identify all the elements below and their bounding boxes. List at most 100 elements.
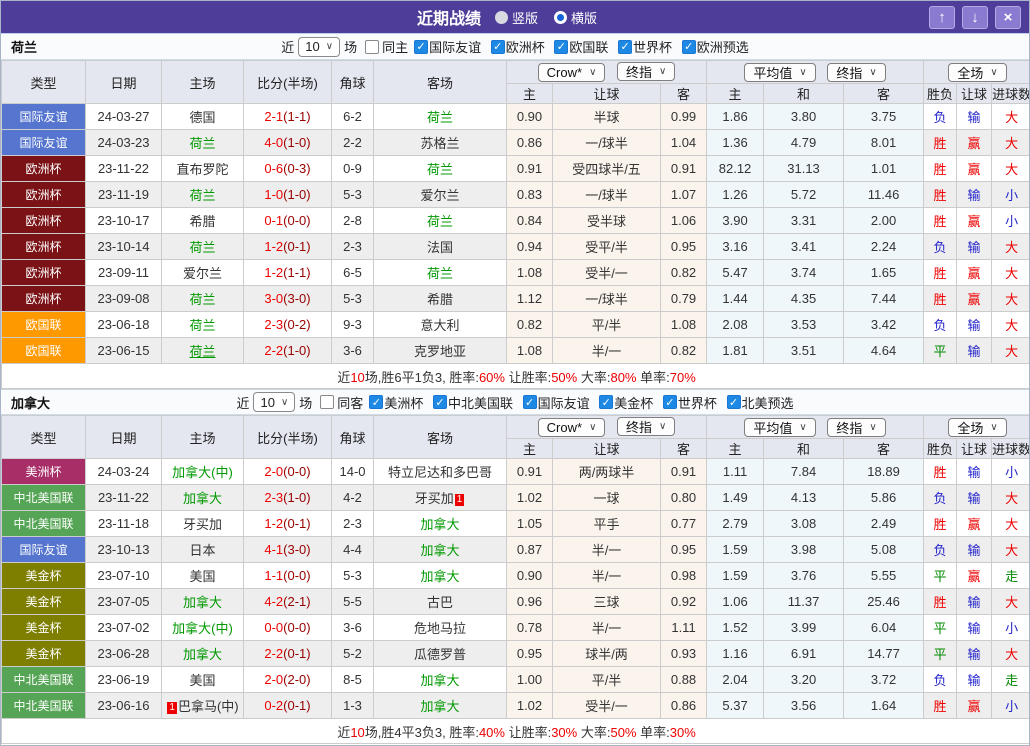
avg-draw: 11.37: [763, 588, 845, 615]
league-checkbox[interactable]: ✓: [432, 395, 447, 409]
layout-radio-option[interactable]: 横版: [554, 8, 597, 27]
layout-radio-option[interactable]: 竖版: [494, 8, 538, 27]
league-checkbox[interactable]: ✓: [522, 395, 537, 409]
result-wdl: 胜: [923, 458, 958, 485]
summary-segment: 近: [337, 369, 351, 385]
home-team-name: 直布罗陀: [176, 162, 229, 177]
avg-away: 5.86: [843, 484, 925, 511]
league-checkbox[interactable]: ✓: [599, 395, 614, 409]
home-team-name: 加拿大: [182, 491, 222, 506]
summary-segment: 近: [337, 724, 351, 740]
league-filter[interactable]: ✓ 中北美国联: [429, 393, 513, 412]
team-section-canada: 加拿大 近 10 ∨ 场 同客 ✓ 美洲杯 ✓ 中北美国联 ✓ 国际友谊 ✓ 美金…: [1, 389, 1029, 744]
corner-count: 0-9: [331, 155, 374, 182]
col-type: 类型: [1, 60, 86, 104]
odds-away: 0.80: [659, 484, 708, 511]
league-checkbox[interactable]: ✓: [554, 39, 569, 54]
avg-final-select[interactable]: 终指 ∨: [827, 62, 886, 82]
col-avg-away: 客: [843, 83, 925, 104]
move-up-button[interactable]: ↑: [929, 6, 955, 29]
summary-segment: 80%: [610, 369, 637, 385]
result-handicap: 输: [956, 666, 993, 693]
away-team: 古巴: [373, 588, 507, 615]
col-odds-away: 客: [659, 83, 708, 104]
same-venue-checkbox[interactable]: [320, 395, 335, 409]
near-label: 近: [236, 395, 250, 411]
score-cell: 1-0(1-0): [243, 181, 332, 208]
avg-away: 3.75: [843, 103, 925, 130]
match-date: 23-11-22: [85, 484, 162, 511]
full-score: 2-0: [264, 672, 284, 687]
radio-icon[interactable]: [494, 10, 508, 24]
result-handicap: 输: [956, 311, 993, 338]
table-row: 美金杯 23-07-02 加拿大(中) 0-0(0-0) 3-6 危地马拉 0.…: [1, 614, 1029, 641]
match-count-select[interactable]: 10 ∨: [298, 36, 341, 57]
corner-count: 2-3: [331, 233, 374, 260]
odds-away: 1.07: [659, 181, 708, 208]
match-date: 23-09-08: [85, 285, 162, 312]
league-checkbox[interactable]: ✓: [618, 39, 633, 54]
full-score: 2-3: [264, 317, 284, 332]
league-checkbox[interactable]: ✓: [726, 395, 741, 409]
league-filter[interactable]: ✓ 世界杯: [614, 37, 672, 56]
away-team-name: 瓜德罗普: [413, 647, 466, 662]
result-handicap: 输: [956, 640, 993, 667]
summary-text: 近10场,胜6平1负3, 胜率:60% 让胜率:50% 大率:80% 单率:70…: [1, 363, 1029, 389]
result-handicap: 输: [956, 614, 993, 641]
same-venue-checkbox[interactable]: [365, 39, 380, 54]
radio-icon[interactable]: [554, 10, 567, 24]
league-filter[interactable]: ✓ 美金杯: [595, 393, 653, 412]
score-cell: 2-2(0-1): [243, 640, 332, 667]
close-button[interactable]: ×: [995, 6, 1021, 29]
league-filter[interactable]: ✓ 国际友谊: [519, 393, 590, 412]
score-cell: 1-2(0-1): [243, 233, 332, 260]
match-count-select[interactable]: 10 ∨: [253, 392, 296, 412]
move-down-button[interactable]: ↓: [962, 6, 988, 29]
scope-select[interactable]: 全场 ∨: [948, 62, 1007, 82]
score-cell: 2-3(1-0): [243, 484, 332, 511]
avg-away: 4.64: [843, 337, 925, 364]
col-avg-draw: 和: [763, 438, 845, 459]
col-home: 主场: [161, 60, 244, 104]
league-badge: 美金杯: [1, 588, 86, 615]
league-filter[interactable]: ✓ 欧洲杯: [487, 37, 545, 56]
league-checkbox[interactable]: ✓: [490, 39, 505, 54]
scope-select[interactable]: 全场 ∨: [948, 417, 1007, 437]
home-team-name: 加拿大(中): [172, 465, 233, 480]
avg-away: 8.01: [843, 129, 925, 156]
odds-away: 0.82: [659, 259, 708, 286]
odds-source-select[interactable]: Crow* ∨: [537, 418, 606, 437]
summary-segment: 70%: [669, 369, 696, 385]
league-checkbox[interactable]: ✓: [681, 39, 696, 54]
col-corner: 角球: [331, 60, 374, 104]
league-filter[interactable]: ✓ 欧洲预选: [678, 37, 749, 56]
result-handicap: 赢: [956, 155, 993, 182]
odds-home: 0.84: [506, 207, 553, 234]
full-score: 1-0: [264, 187, 284, 202]
league-checkbox[interactable]: ✓: [662, 395, 677, 409]
filter-bar: 加拿大 近 10 ∨ 场 同客 ✓ 美洲杯 ✓ 中北美国联 ✓ 国际友谊 ✓ 美金…: [1, 389, 1029, 415]
col-odds-away: 客: [659, 438, 708, 459]
league-filter[interactable]: ✓ 世界杯: [659, 393, 717, 412]
league-filter[interactable]: ✓ 欧国联: [550, 37, 608, 56]
chevron-down-icon: ∨: [589, 422, 597, 433]
odds-handicap: 平手: [552, 510, 661, 537]
home-team-name: 加拿大: [182, 595, 222, 610]
league-filter-label: 美洲杯: [384, 395, 424, 411]
odds-final-select[interactable]: 终指 ∨: [617, 62, 676, 81]
avg-source-select[interactable]: 平均值 ∨: [744, 417, 816, 437]
league-filter[interactable]: ✓ 北美预选: [723, 393, 794, 412]
odds-final-select[interactable]: 终指 ∨: [617, 417, 676, 436]
league-checkbox[interactable]: ✓: [414, 39, 429, 54]
league-filter[interactable]: ✓ 美洲杯: [365, 393, 423, 412]
summary-segment: 50%: [610, 724, 637, 740]
avg-source-select[interactable]: 平均值 ∨: [744, 62, 816, 82]
score-cell: 1-2(0-1): [243, 510, 332, 537]
avg-final-select[interactable]: 终指 ∨: [827, 417, 886, 437]
odds-source-select[interactable]: Crow* ∨: [537, 63, 606, 82]
league-badge: 欧洲杯: [1, 207, 86, 234]
league-filter[interactable]: ✓ 国际友谊: [410, 37, 481, 56]
league-checkbox[interactable]: ✓: [369, 395, 384, 409]
away-team-name: 克罗地亚: [413, 344, 466, 359]
full-score: 2-0: [264, 464, 284, 479]
